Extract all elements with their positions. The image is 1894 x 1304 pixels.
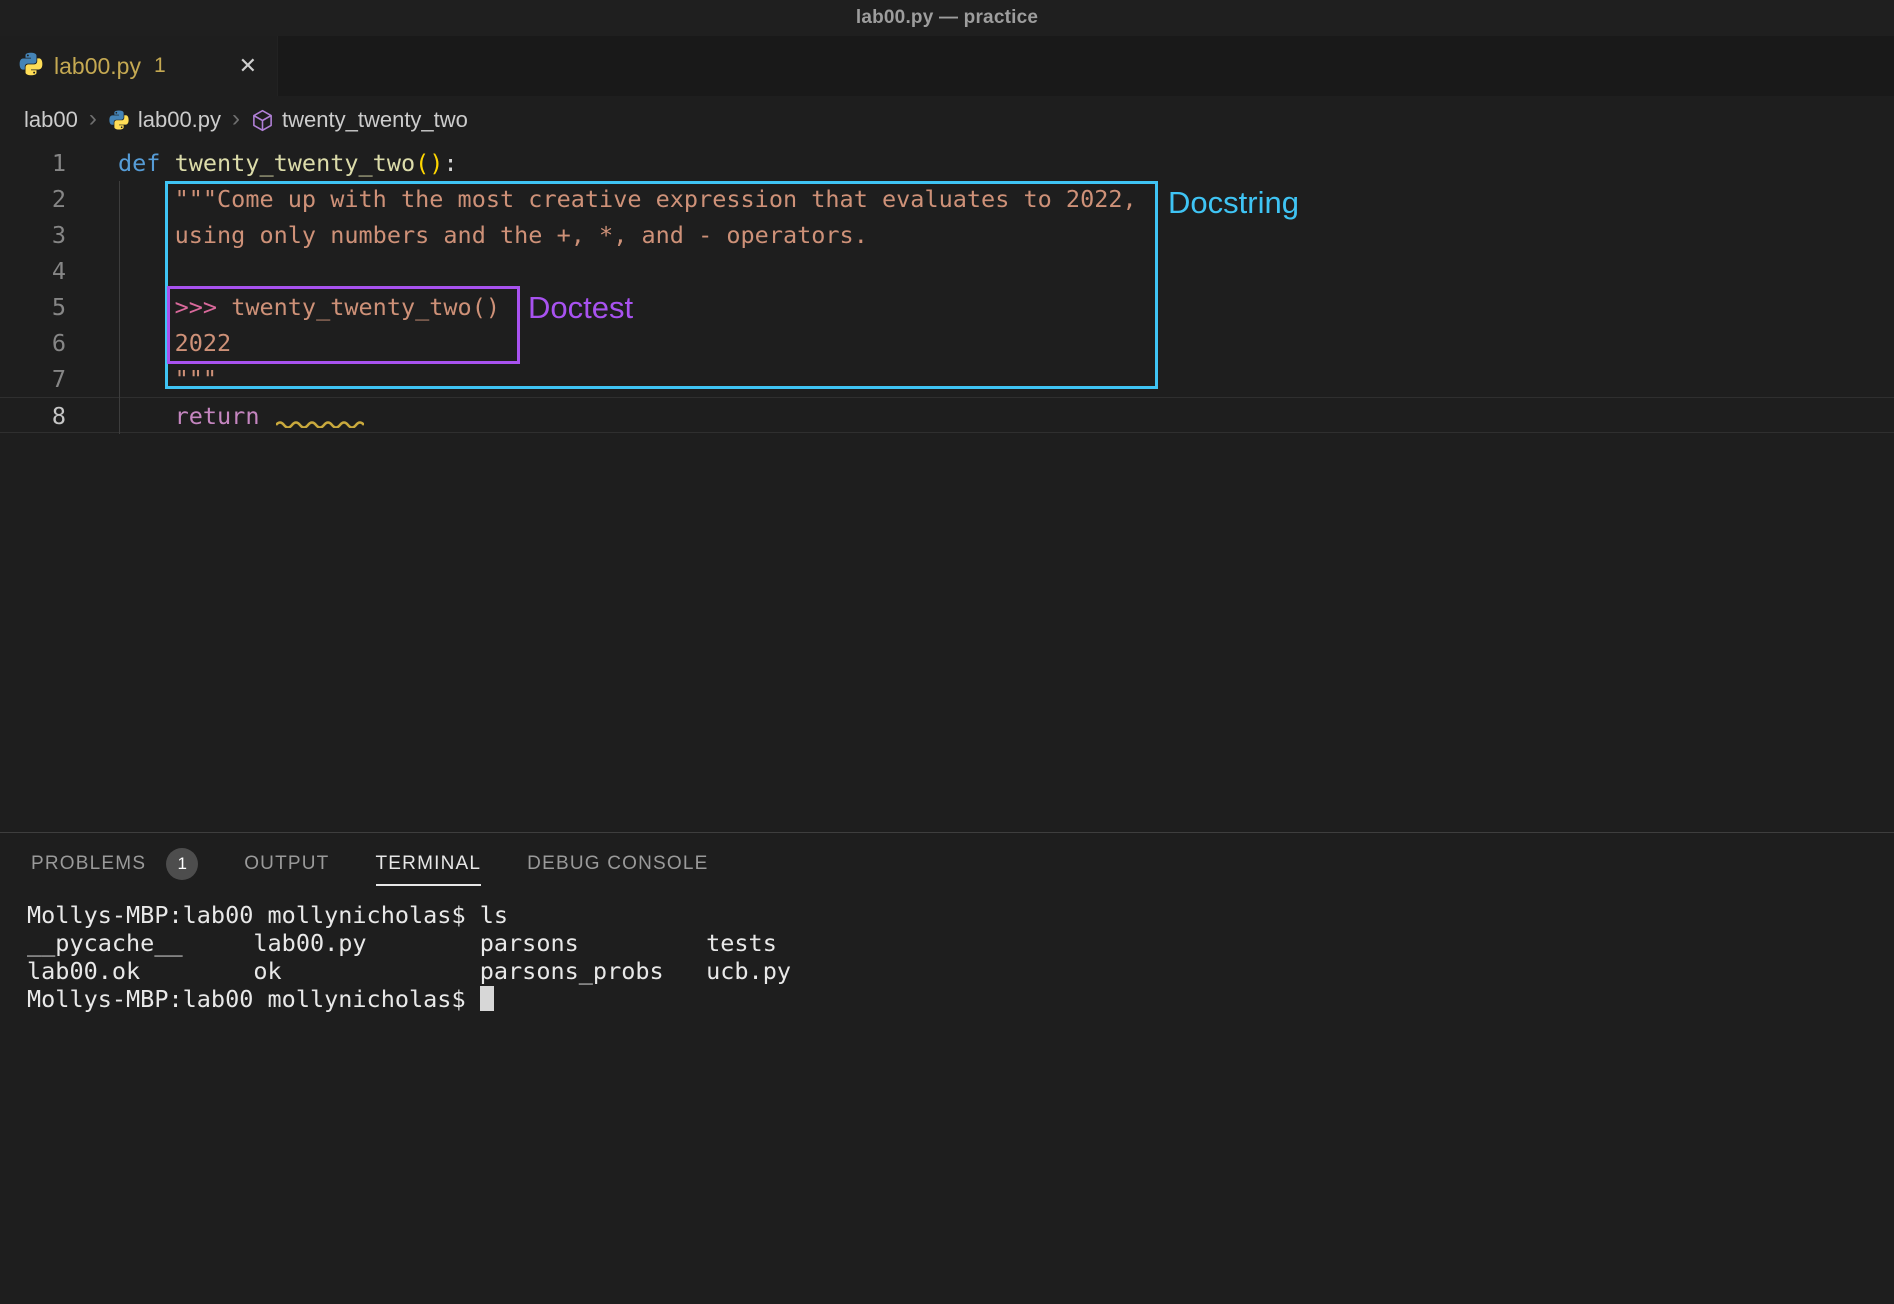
panel-tabs: PROBLEMS 1 OUTPUT TERMINAL DEBUG CONSOLE <box>0 833 1894 895</box>
code-line[interactable]: 3 using only numbers and the +, *, and -… <box>0 217 1894 253</box>
tab-bar: lab00.py 1 ✕ <box>0 36 1894 96</box>
panel-tab-label: DEBUG CONSOLE <box>527 853 708 875</box>
breadcrumb-item-file[interactable]: lab00.py <box>108 107 221 133</box>
terminal-line: __pycache__ lab00.py parsons tests <box>27 929 1894 957</box>
code-text[interactable]: 2022 <box>66 325 231 361</box>
problems-count-badge: 1 <box>166 848 198 880</box>
code-text[interactable] <box>66 253 118 289</box>
breadcrumb-item-symbol[interactable]: twenty_twenty_two <box>251 107 468 133</box>
code-line[interactable]: 8 return <box>0 397 1894 433</box>
python-file-icon <box>108 109 130 131</box>
code-line[interactable]: 5 >>> twenty_twenty_two() <box>0 289 1894 325</box>
terminal-line: Mollys-MBP:lab00 mollynicholas$ <box>27 985 1894 1013</box>
chevron-right-icon: › <box>232 107 240 131</box>
breadcrumb-symbol-label: twenty_twenty_two <box>282 107 468 133</box>
terminal-line: lab00.ok ok parsons_probs ucb.py <box>27 957 1894 985</box>
panel-tab-label: OUTPUT <box>244 853 329 875</box>
tab-problems-badge: 1 <box>154 54 166 78</box>
python-file-icon <box>18 51 44 82</box>
tab-lab00-py[interactable]: lab00.py 1 ✕ <box>0 36 278 96</box>
panel-tab-problems[interactable]: PROBLEMS 1 <box>31 833 198 895</box>
code-lines: 1def twenty_twenty_two():2 """Come up wi… <box>0 145 1894 433</box>
breadcrumb-folder-label: lab00 <box>24 107 78 133</box>
close-icon[interactable]: ✕ <box>235 53 261 79</box>
panel-tab-output[interactable]: OUTPUT <box>244 833 329 895</box>
line-number: 1 <box>0 145 66 181</box>
line-number: 7 <box>0 361 66 397</box>
code-line[interactable]: 2 """Come up with the most creative expr… <box>0 181 1894 217</box>
panel-tab-debug-console[interactable]: DEBUG CONSOLE <box>527 833 708 895</box>
code-text[interactable]: using only numbers and the +, *, and - o… <box>66 217 868 253</box>
terminal-line: Mollys-MBP:lab00 mollynicholas$ ls <box>27 901 1894 929</box>
line-number: 3 <box>0 217 66 253</box>
code-text[interactable]: def twenty_twenty_two(): <box>66 145 458 181</box>
vscode-window: lab00.py — practice lab00.py 1 ✕ lab00 › <box>0 0 1894 1304</box>
panel-tab-terminal[interactable]: TERMINAL <box>376 833 482 895</box>
window-title-bar: lab00.py — practice <box>0 0 1894 36</box>
indent-guide <box>119 181 120 434</box>
code-area[interactable]: 1def twenty_twenty_two():2 """Come up wi… <box>0 144 1894 832</box>
code-line[interactable]: 7 """ <box>0 361 1894 397</box>
code-line[interactable]: 1def twenty_twenty_two(): <box>0 145 1894 181</box>
window-title: lab00.py — practice <box>856 7 1038 29</box>
line-number: 2 <box>0 181 66 217</box>
warning-squiggle-icon <box>276 402 364 412</box>
symbol-cube-icon <box>251 109 274 132</box>
breadcrumb-file-label: lab00.py <box>138 107 221 133</box>
code-text[interactable]: return <box>66 398 364 432</box>
line-number: 8 <box>0 398 66 432</box>
tab-label: lab00.py <box>54 53 141 80</box>
terminal-output: Mollys-MBP:lab00 mollynicholas$ ls__pyca… <box>27 901 1894 1013</box>
code-line[interactable]: 4 <box>0 253 1894 289</box>
panel-tab-label: PROBLEMS <box>31 853 146 875</box>
editor-group: lab00 › lab00.py › <box>0 96 1894 832</box>
chevron-right-icon: › <box>89 107 97 131</box>
breadcrumb: lab00 › lab00.py › <box>0 96 1894 144</box>
line-number: 4 <box>0 253 66 289</box>
code-text[interactable]: >>> twenty_twenty_two() <box>66 289 500 325</box>
bottom-panel: PROBLEMS 1 OUTPUT TERMINAL DEBUG CONSOLE Mol… <box>0 832 1894 1304</box>
code-text[interactable]: """ <box>66 361 217 397</box>
code-line[interactable]: 6 2022 <box>0 325 1894 361</box>
breadcrumb-item-folder[interactable]: lab00 <box>24 107 78 133</box>
code-text[interactable]: """Come up with the most creative expres… <box>66 181 1137 217</box>
terminal[interactable]: Mollys-MBP:lab00 mollynicholas$ ls__pyca… <box>0 895 1894 1304</box>
line-number: 5 <box>0 289 66 325</box>
line-number: 6 <box>0 325 66 361</box>
terminal-cursor <box>480 986 494 1011</box>
panel-tab-label: TERMINAL <box>376 853 482 875</box>
